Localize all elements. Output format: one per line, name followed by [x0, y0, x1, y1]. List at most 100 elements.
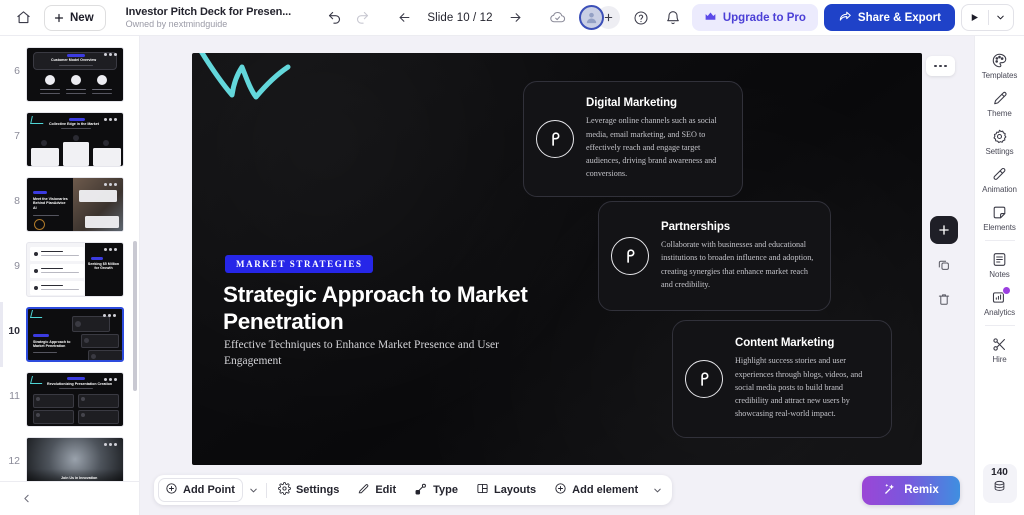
add-point-button[interactable]: Add Point	[158, 478, 243, 502]
slide-thumbnail[interactable]: Join Us in Innovation	[26, 437, 124, 481]
cloud-sync-icon[interactable]	[545, 5, 571, 31]
edit-label: Edit	[375, 484, 397, 496]
list-item[interactable]: 11 1.1 Revolutionizing Presentation Crea…	[0, 367, 139, 432]
rail-item-hire[interactable]: Hire	[977, 330, 1023, 368]
list-item[interactable]: 9 Seeking $5 Million for Growth	[0, 237, 139, 302]
notification-bell-icon[interactable]	[660, 5, 686, 31]
slide-number: 8	[14, 195, 20, 207]
rail-label: Animation	[982, 185, 1017, 194]
card-body: Highlight success stories and user exper…	[735, 356, 863, 419]
node-type-icon	[414, 482, 428, 499]
slide-thumbnail[interactable]: 1.1 Revolutionizing Presentation Creatio…	[26, 372, 124, 427]
sticker-icon	[991, 203, 1008, 221]
card-digital-marketing[interactable]: Digital Marketing Leverage online channe…	[523, 81, 743, 197]
slide-thumbnail[interactable]: Meet the Visionaries Behind PlanAdvice A…	[26, 177, 124, 232]
thumbnail-menu-icon[interactable]	[104, 248, 117, 251]
undo-icon[interactable]	[321, 5, 347, 31]
thumbnail-menu-icon[interactable]	[104, 378, 117, 381]
help-circle-icon[interactable]	[628, 5, 654, 31]
thumbnail-menu-icon[interactable]	[103, 314, 116, 317]
slide-thumbnail[interactable]: Customer Model Overview	[26, 47, 124, 102]
thumbnail-menu-icon[interactable]	[104, 118, 117, 121]
rail-item-animation[interactable]: Animation	[977, 160, 1023, 198]
rail-label: Settings	[985, 147, 1014, 156]
document-owner: Owned by nextmindguide	[125, 19, 228, 30]
brand-p-logo-icon	[611, 237, 649, 275]
edit-button[interactable]: Edit	[348, 478, 405, 502]
slide-number: 9	[14, 260, 20, 272]
rail-label: Theme	[987, 109, 1012, 118]
rail-item-theme[interactable]: Theme	[977, 84, 1023, 122]
plus-circle-icon	[165, 482, 178, 498]
thumbnail-menu-icon[interactable]	[104, 183, 117, 186]
list-item-active[interactable]: 10 Strategic Approach to Market Penetrat…	[0, 302, 139, 367]
plus-circle-icon	[554, 482, 567, 498]
document-meta[interactable]: Investor Pitch Deck for Presen... Owned …	[125, 5, 292, 30]
card-content-marketing[interactable]: Content Marketing Highlight success stor…	[672, 320, 892, 438]
rail-item-notes[interactable]: Notes	[977, 245, 1023, 283]
rail-item-templates[interactable]: Templates	[977, 46, 1023, 84]
slide-subtitle: Effective Techniques to Enhance Market P…	[224, 339, 499, 367]
list-item[interactable]: 7 1.1 Collective Edge in the Market	[0, 107, 139, 172]
slides-list[interactable]: 6 Customer Model Overview 7 Collective E…	[0, 36, 139, 481]
settings-button[interactable]: Settings	[269, 478, 348, 502]
avatar[interactable]	[578, 5, 604, 30]
delete-slide-icon[interactable]	[931, 286, 957, 312]
slides-panel-scrollbar[interactable]	[133, 241, 137, 391]
home-icon[interactable]	[10, 5, 36, 31]
more-options-icon[interactable]	[926, 56, 955, 76]
new-button[interactable]: New	[44, 4, 106, 31]
chevron-left-icon[interactable]	[20, 492, 33, 505]
card-partnerships[interactable]: Partnerships Collaborate with businesses…	[598, 201, 831, 311]
slide-thumbnail-active[interactable]: Strategic Approach to Market Penetration	[26, 307, 124, 362]
upgrade-to-pro-button[interactable]: Upgrade to Pro	[691, 4, 818, 31]
document-title: Investor Pitch Deck for Presen...	[125, 5, 292, 18]
list-item[interactable]: 8 Meet the Visionaries Behind PlanAdvice…	[0, 172, 139, 237]
layouts-label: Layouts	[493, 484, 537, 496]
duplicate-slide-icon[interactable]	[931, 252, 957, 278]
slide-kicker-badge: MARKET STRATEGIES	[225, 255, 373, 273]
redo-icon[interactable]	[349, 5, 375, 31]
share-export-button[interactable]: Share & Export	[823, 4, 955, 31]
layouts-button[interactable]: Layouts	[467, 478, 545, 502]
present-controls	[960, 4, 1014, 31]
card-text: Digital Marketing Leverage online channe…	[586, 97, 726, 180]
divider	[984, 325, 1015, 326]
card-heading: Partnerships	[661, 220, 731, 233]
add-point-caret-icon[interactable]	[243, 478, 264, 502]
collaborators	[578, 5, 620, 30]
play-icon[interactable]	[962, 5, 988, 30]
rail-item-elements[interactable]: Elements	[977, 198, 1023, 236]
add-element-caret-icon[interactable]	[647, 478, 668, 502]
add-element-button[interactable]: Add element	[545, 478, 647, 502]
slide-stage: MARKET STRATEGIES Strategic Approach to …	[192, 53, 958, 465]
thumbnail-menu-icon[interactable]	[104, 53, 117, 56]
thumbnail-menu-icon[interactable]	[104, 443, 117, 446]
top-bar-left: New Investor Pitch Deck for Presen... Ow…	[0, 4, 375, 31]
prev-slide-button[interactable]	[391, 5, 417, 31]
credits-badge[interactable]: 140	[982, 464, 1017, 503]
slide-toolbar: Add Point Settings Edit Type Layouts Add…	[154, 475, 673, 505]
scissors-icon	[991, 335, 1008, 353]
add-slide-button[interactable]	[930, 216, 958, 244]
list-item[interactable]: 12 Join Us in Innovation	[0, 432, 139, 481]
slide-canvas[interactable]: MARKET STRATEGIES Strategic Approach to …	[192, 53, 922, 465]
slide-navigation: Slide 10 / 12	[391, 5, 528, 31]
rail-label: Templates	[981, 71, 1018, 80]
list-item[interactable]: 6 Customer Model Overview	[0, 42, 139, 107]
rail-item-analytics[interactable]: Analytics	[977, 283, 1023, 321]
right-rail: Templates Theme Settings Animation Eleme…	[974, 36, 1024, 515]
type-button[interactable]: Type	[405, 478, 467, 502]
slide-number: 6	[14, 65, 20, 77]
chevron-down-icon[interactable]	[989, 5, 1013, 30]
upgrade-label: Upgrade to Pro	[722, 11, 806, 24]
rail-item-settings[interactable]: Settings	[977, 122, 1023, 160]
next-slide-button[interactable]	[503, 5, 529, 31]
slide-thumbnail[interactable]: 1.1 Collective Edge in the Market	[26, 112, 124, 167]
brand-p-logo-icon	[685, 360, 723, 398]
card-text: Content Marketing Highlight success stor…	[735, 337, 875, 420]
slide-thumbnail[interactable]: Seeking $5 Million for Growth	[26, 242, 124, 297]
canvas[interactable]: MARKET STRATEGIES Strategic Approach to …	[140, 36, 974, 515]
pencil-icon	[357, 482, 370, 498]
remix-button[interactable]: Remix	[862, 475, 960, 505]
